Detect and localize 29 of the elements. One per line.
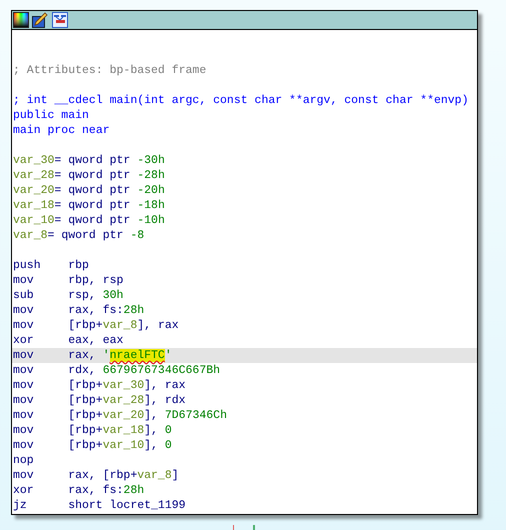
code-line: sub rsp, 30h [12,288,124,303]
code-line: mov [rbp+var_10], 0 [12,438,173,453]
code-line: mov [rbp+var_8], rax [12,318,180,333]
color-palette-icon[interactable] [13,12,29,28]
code-line: var_8= qword ptr -8 [12,228,146,243]
code-line: var_30= qword ptr -30h [12,153,166,168]
code-line: mov [rbp+var_28], rdx [12,393,187,408]
code-line: var_28= qword ptr -28h [12,168,166,183]
code-line: mov rbp, rsp [12,273,124,288]
code-line: var_20= qword ptr -20h [12,183,166,198]
code-line: ; int __cdecl main(int argc, const char **argv, const char **envp) [12,93,470,108]
code-line: push rbp [12,258,90,273]
code-line: jz short locret_1199 [12,498,187,513]
code-line: public main [12,108,90,123]
code-line: mov rax, [rbp+var_8] [12,468,180,483]
graph-view-icon[interactable] [52,12,68,28]
code-line: mov rax, fs:28h [12,303,146,318]
code-line: xor eax, eax [12,333,124,348]
code-line: var_18= qword ptr -18h [12,198,166,213]
code-line: mov [rbp+var_30], rax [12,378,187,393]
pencil-edit-icon[interactable] [32,12,49,28]
code-line: mov [rbp+var_18], 0 [12,423,173,438]
code-line: main proc near [12,123,111,138]
code-line: mov rdx, 66796767346C667Bh [12,363,222,378]
code-line: nop [12,453,35,468]
code-line: xor rax, fs:28h [12,483,146,498]
code-line: var_10= qword ptr -10h [12,213,166,228]
code-line: ; Attributes: bp-based frame [12,63,208,78]
code-line: mov [rbp+var_20], 7D67346Ch [12,408,228,423]
